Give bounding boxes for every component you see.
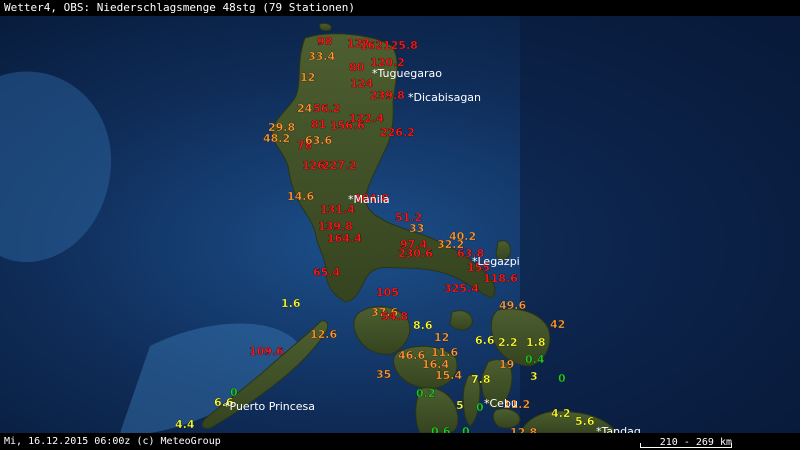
city-label: *Tuguegarao bbox=[372, 67, 442, 80]
map-footer: Mi, 16.12.2015 06:00z (c) MeteoGroup 210… bbox=[0, 433, 800, 450]
station-value: 1.8 bbox=[526, 336, 546, 349]
station-value: 12.8 bbox=[510, 426, 537, 433]
station-value: 226.2 bbox=[380, 126, 415, 139]
station-value: 80 bbox=[349, 61, 365, 74]
station-value: 19 bbox=[499, 358, 514, 371]
station-value: 125.8 bbox=[383, 39, 418, 52]
station-value: 6.6 bbox=[475, 334, 495, 347]
station-value: 35 bbox=[376, 368, 391, 381]
city-label: *Dicabisagan bbox=[408, 91, 481, 104]
deep-ocean-east bbox=[520, 16, 800, 433]
city-label: *Tandag bbox=[596, 425, 641, 433]
map-canvas[interactable]: 98 127162 125.833.4 120.28012 124239.824 56.2… bbox=[0, 16, 800, 433]
station-value: 0 bbox=[462, 425, 470, 433]
station-value: 49.6 bbox=[499, 299, 526, 312]
station-value: 33.4 bbox=[308, 50, 335, 63]
map-window: Wetter4, OBS: Niederschlagsmenge 48stg (… bbox=[0, 0, 800, 450]
station-value: 325.4 bbox=[444, 282, 479, 295]
station-value: 15.4 bbox=[435, 369, 462, 382]
station-value: 0.4 bbox=[525, 353, 545, 366]
station-value: 105 bbox=[376, 286, 399, 299]
station-value: 7.8 bbox=[471, 373, 491, 386]
station-value: 156.6 bbox=[330, 119, 365, 132]
station-value: 0 bbox=[558, 372, 566, 385]
station-value: 12 bbox=[434, 331, 449, 344]
station-value: 164.4 bbox=[327, 232, 362, 245]
station-value: 12.6 bbox=[310, 328, 337, 341]
island-masbate bbox=[449, 310, 473, 331]
station-value: 65.4 bbox=[313, 266, 340, 279]
station-value: 48.2 bbox=[263, 132, 290, 145]
station-value: 24 bbox=[297, 102, 313, 115]
scale-bar bbox=[640, 443, 732, 448]
station-value: 227.2 bbox=[322, 159, 357, 172]
station-value: 54.8 bbox=[381, 310, 408, 323]
map-title: Wetter4, OBS: Niederschlagsmenge 48stg (… bbox=[0, 0, 800, 16]
station-value: 0.2 bbox=[416, 387, 436, 400]
footer-timestamp: Mi, 16.12.2015 06:00z (c) MeteoGroup bbox=[4, 436, 221, 447]
station-value: 98 bbox=[317, 35, 332, 48]
city-label: *Legazpi bbox=[472, 255, 520, 268]
station-value: 0.6 bbox=[431, 425, 451, 433]
station-value: 33 bbox=[409, 222, 424, 235]
station-value: 2.2 bbox=[498, 336, 518, 349]
station-value: 42 bbox=[550, 318, 565, 331]
station-value: 0 bbox=[476, 401, 484, 414]
station-value: 162 bbox=[360, 39, 383, 52]
station-value: 5 bbox=[456, 399, 464, 412]
station-value: 239.8 bbox=[370, 89, 405, 102]
city-label: *Puerto Princesa bbox=[224, 400, 315, 413]
station-value: 109.6 bbox=[249, 345, 284, 358]
station-value: 4.2 bbox=[551, 407, 571, 420]
island-babuyan bbox=[319, 23, 332, 32]
station-value: 3 bbox=[530, 370, 538, 383]
station-value: 63.6 bbox=[305, 134, 332, 147]
station-value: 14.6 bbox=[287, 190, 314, 203]
station-value: 81 bbox=[311, 118, 326, 131]
station-value: 12 bbox=[300, 71, 315, 84]
station-value: 118.6 bbox=[483, 272, 518, 285]
station-value: 230.6 bbox=[398, 247, 433, 260]
station-value: 1.6 bbox=[281, 297, 301, 310]
station-value: 4.4 bbox=[175, 418, 195, 431]
station-value: 5.6 bbox=[575, 415, 595, 428]
city-label: *Cebu bbox=[484, 397, 518, 410]
station-value: 8.6 bbox=[413, 319, 433, 332]
city-label: *Manila bbox=[348, 193, 390, 206]
station-value: 56.2 bbox=[313, 102, 340, 115]
